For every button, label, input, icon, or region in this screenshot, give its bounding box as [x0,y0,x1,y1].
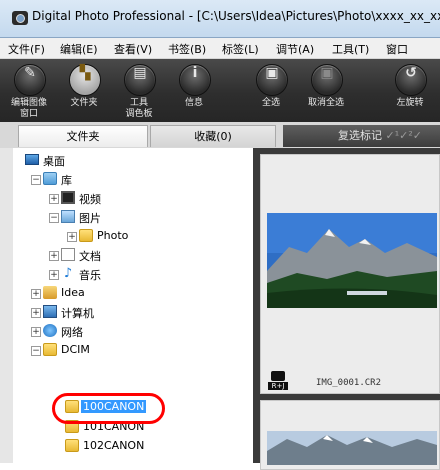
expand-icon[interactable]: + [49,194,59,204]
check-mark-icons[interactable]: ✓¹✓²✓ [386,129,422,142]
tree-label: 库 [61,174,72,187]
expand-icon[interactable]: + [67,232,77,242]
thumbnail-filename: IMG_0001.CR2 [316,378,382,388]
video-icon [61,191,75,204]
raw-badge: R+J [268,371,288,391]
menu-bar: 文件(F) 编辑(E) 查看(V) 书签(B) 标签(L) 调节(A) 工具(T… [0,38,440,59]
tool-palette-button[interactable]: ▤ 工具 调色板 [114,59,162,122]
tree-label: 计算机 [61,307,94,320]
info-button[interactable]: i 信息 [169,59,217,122]
tree-label: 视频 [79,193,101,206]
documents-icon [61,248,75,261]
toolbar-label: 取消全选 [307,98,344,108]
edit-image-window-button[interactable]: ✎ 编辑图像 窗口 [4,59,52,122]
tab-folder[interactable]: 文件夹 [18,125,148,147]
library-icon [43,172,57,185]
tree-label: 桌面 [43,155,65,168]
thumbnail-card[interactable] [260,400,440,470]
check-marks-label: 复选标记 [338,129,382,142]
expand-icon[interactable]: + [49,251,59,261]
photo-thumbnail[interactable] [267,431,437,465]
app-camera-icon [12,11,28,25]
toolbar-label: 全选 [261,98,280,108]
menu-bookmark[interactable]: 书签(B) [168,41,206,57]
tree-label: DCIM [61,343,90,356]
camera-icon [271,371,285,381]
folder-icon [79,229,93,242]
toolbar-label: 文件夹 [70,98,98,108]
tree-label: 图片 [79,212,101,225]
toolbar: ✎ 编辑图像 窗口 ▚ 文件夹 ▤ 工具 调色板 i 信息 ▣ 全选 ▣ 取消全… [0,59,440,122]
expand-icon[interactable]: + [31,308,41,318]
deselect-all-button[interactable]: ▣ 取消全选 [301,59,349,122]
expand-icon[interactable]: + [49,270,59,280]
computer-icon [43,305,57,318]
menu-adjust[interactable]: 调节(A) [276,41,314,57]
pictures-icon [61,210,75,223]
toolbar-label: 信息 [184,98,203,108]
folder-icon [43,343,57,356]
rotate-left-button[interactable]: ↺ 左旋转 [385,59,433,122]
tree-label: Photo [97,229,129,242]
photo-thumbnail[interactable] [267,213,437,308]
thumbnail-card[interactable]: R+J IMG_0001.CR2 [260,154,440,394]
check-marks-bar: 复选标记 ✓¹✓²✓ [283,125,440,147]
collapse-icon[interactable]: − [31,175,41,185]
menu-file[interactable]: 文件(F) [8,41,45,57]
folder-button[interactable]: ▚ 文件夹 [59,59,107,122]
user-folder-icon [43,286,57,299]
thumbnail-panel: R+J IMG_0001.CR2 [253,148,440,470]
menu-edit[interactable]: 编辑(E) [60,41,98,57]
toolbar-label: 编辑图像 窗口 [10,98,47,119]
expand-icon[interactable]: + [31,327,41,337]
folder-icon [65,439,79,452]
menu-view[interactable]: 查看(V) [114,41,152,57]
toolbar-label: 工具 调色板 [125,98,153,119]
menu-tools[interactable]: 工具(T) [332,41,369,57]
tree-label: 网络 [61,326,83,339]
menu-label[interactable]: 标签(L) [222,41,259,57]
select-all-button[interactable]: ▣ 全选 [246,59,294,122]
tree-label: 102CANON [83,439,145,452]
desktop-icon [25,154,39,165]
music-icon: ♪ [63,266,73,281]
collapse-icon[interactable]: − [31,346,41,356]
tree-label: Idea [61,286,85,299]
toolbar-label: 左旋转 [396,98,424,108]
panel-edge [0,148,14,463]
window-title: Digital Photo Professional - [C:\Users\I… [32,9,440,23]
network-icon [43,324,57,337]
expand-icon[interactable]: + [31,289,41,299]
window-title-bar: Digital Photo Professional - [C:\Users\I… [0,0,440,38]
collapse-icon[interactable]: − [49,213,59,223]
highlight-annotation [52,393,165,424]
rj-badge: R+J [268,382,288,390]
tab-favorites[interactable]: 收藏(0) [150,125,276,147]
tree-label: 文档 [79,250,101,263]
menu-window[interactable]: 窗口 [386,41,408,57]
tree-label: 音乐 [79,269,101,282]
